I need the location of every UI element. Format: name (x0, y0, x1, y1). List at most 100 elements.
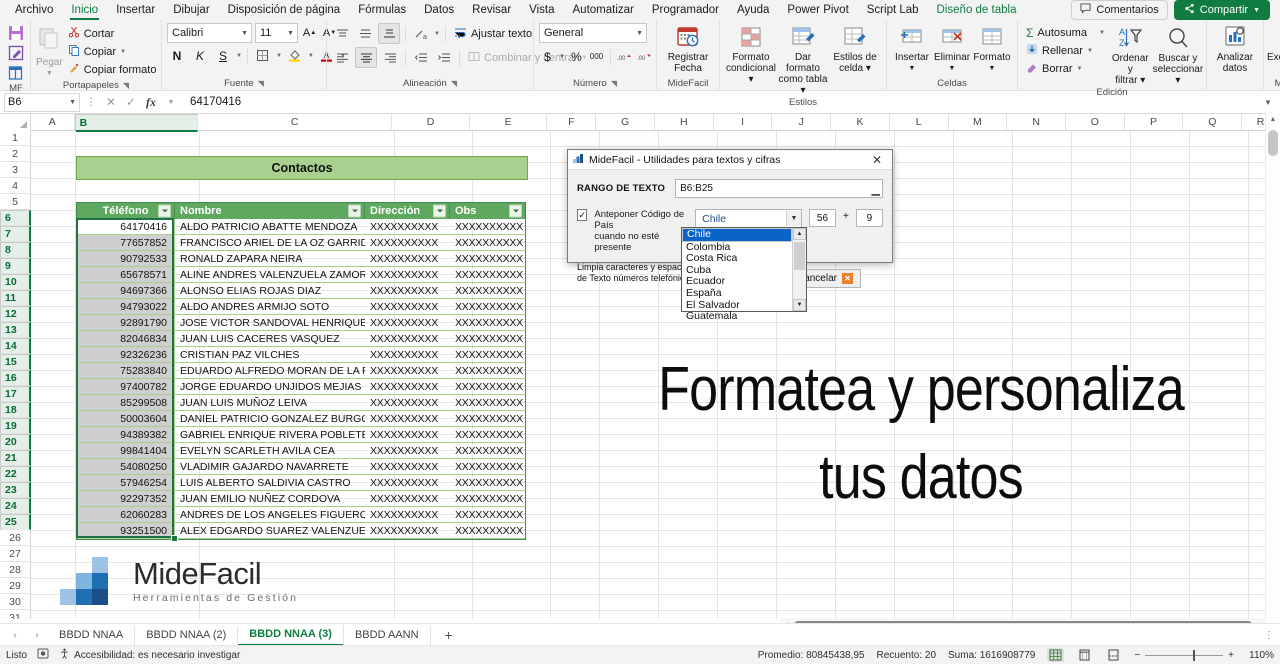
row-header-28[interactable]: 28 (0, 562, 30, 578)
cell-direccion[interactable]: XXXXXXXXXX (365, 491, 450, 507)
row-header-13[interactable]: 13 (0, 322, 31, 338)
table-row[interactable]: 90792533 RONALD ZAPARA NEIRA XXXXXXXXXX XXX… (77, 251, 525, 267)
decrease-decimal-button[interactable]: .00 (636, 47, 653, 66)
cell-nombre[interactable]: VLADIMIR GAJARDO NAVARRETE (175, 459, 365, 475)
table-row[interactable]: 99841404 EVELYN SCARLETH AVILA CEA XXXXXXX… (77, 443, 525, 459)
cell-obs[interactable]: XXXXXXXXXX (450, 411, 525, 427)
row-header-26[interactable]: 26 (0, 530, 30, 546)
table-header-direccion[interactable]: Dirección (365, 203, 450, 219)
column-header-G[interactable]: G (596, 114, 655, 130)
dropdown-item-chile[interactable]: Chile (682, 228, 792, 242)
underline-button[interactable]: S (213, 46, 233, 65)
cell-nombre[interactable]: JUAN EMILIO NUÑEZ CORDOVA (175, 491, 365, 507)
cell-nombre[interactable]: EDUARDO ALFREDO MORAN DE LA PAZ (175, 363, 365, 379)
analizar-datos-button[interactable]: Analizar datos (1212, 23, 1258, 74)
country-code-field[interactable]: 56 (808, 209, 837, 227)
cut-button[interactable]: Cortar (65, 25, 160, 42)
cell-direccion[interactable]: XXXXXXXXXX (365, 251, 450, 267)
vertical-scroll-thumb[interactable] (1268, 130, 1278, 156)
table-row[interactable]: 94793022 ALDO ANDRES ARMIJO SOTO XXXXXXXXX… (77, 299, 525, 315)
cell-telefono[interactable]: 94697366 (77, 283, 175, 299)
chevron-down-icon[interactable]: ▼ (1087, 48, 1093, 54)
borrar-button[interactable]: Borrar ▼ (1023, 60, 1108, 77)
column-header-F[interactable]: F (547, 114, 597, 130)
cell-telefono[interactable]: 93251500 (77, 523, 175, 539)
chevron-down-icon[interactable]: ▼ (236, 53, 242, 59)
registrar-fecha-button[interactable]: Registrar Fecha (662, 23, 714, 74)
cell-obs[interactable]: XXXXXXXXXX (450, 427, 525, 443)
page-break-view-button[interactable] (1105, 648, 1122, 662)
cell-direccion[interactable]: XXXXXXXXXX (365, 235, 450, 251)
column-header-M[interactable]: M (948, 114, 1008, 130)
menu-item-ayuda[interactable]: Ayuda (728, 2, 778, 19)
align-top-button[interactable] (332, 24, 352, 43)
cell-nombre[interactable]: CRISTIAN PAZ VILCHES (175, 347, 365, 363)
zoom-slider[interactable]: − + (1134, 649, 1234, 661)
cell-direccion[interactable]: XXXXXXXXXX (365, 363, 450, 379)
selection-fill-handle[interactable] (171, 535, 178, 542)
menu-item-revisar[interactable]: Revisar (463, 2, 520, 19)
row-header-20[interactable]: 20 (0, 434, 31, 450)
chevron-down-icon[interactable]: ▼ (989, 63, 996, 74)
autosuma-button[interactable]: Σ Autosuma ▼ (1023, 25, 1108, 41)
cell-obs[interactable]: XXXXXXXXXX (450, 523, 525, 539)
cell-nombre[interactable]: ALONSO ELIAS ROJAS DIAZ (175, 283, 365, 299)
zoom-track[interactable] (1145, 649, 1224, 661)
insertar-celdas-button[interactable]: Insertar ▼ (892, 23, 932, 74)
cell-telefono[interactable]: 50003604 (77, 411, 175, 427)
cell-telefono[interactable]: 97400782 (77, 379, 175, 395)
filter-dropdown-icon[interactable] (509, 204, 522, 218)
column-header-K[interactable]: K (831, 114, 890, 130)
cell-telefono[interactable]: 92326236 (77, 347, 175, 363)
row-header-17[interactable]: 17 (0, 386, 31, 402)
zoom-knob[interactable] (1193, 649, 1196, 661)
cell-nombre[interactable]: JUAN LUIS MUÑOZ LEIVA (175, 395, 365, 411)
cell-telefono[interactable]: 94793022 (77, 299, 175, 315)
row-header-2[interactable]: 2 (0, 146, 30, 162)
sheet-options-icon[interactable]: ⋮ (1264, 630, 1280, 641)
cell-direccion[interactable]: XXXXXXXXXX (365, 315, 450, 331)
cell-telefono[interactable]: 64170416 (77, 219, 175, 235)
column-header-O[interactable]: O (1065, 114, 1125, 130)
cell-obs[interactable]: XXXXXXXXXX (450, 363, 525, 379)
row-header-4[interactable]: 4 (0, 178, 30, 194)
chevron-down-icon[interactable]: ▼ (949, 63, 956, 74)
column-header-A[interactable]: A (30, 114, 75, 130)
accessibility-status[interactable]: Accesibilidad: es necesario investigar (59, 648, 240, 662)
buscar-seleccionar-button[interactable]: Buscar y seleccionar ▾ (1153, 23, 1203, 86)
cell-direccion[interactable]: XXXXXXXXXX (365, 395, 450, 411)
cell-nombre[interactable]: ALDO PATRICIO ABATTE MENDOZA (175, 219, 365, 235)
zoom-out-button[interactable]: − (1134, 650, 1140, 661)
copy-button[interactable]: Copiar ▼ (65, 43, 160, 60)
chevron-down-icon[interactable]: ▼ (785, 211, 801, 226)
menu-item-programador[interactable]: Programador (643, 2, 728, 19)
cell-nombre[interactable]: JUAN LUIS CACERES VASQUEZ (175, 331, 365, 347)
sheet-tab-bbdd-nnaa-3[interactable]: BBDD NNAA (3) (238, 624, 344, 646)
currency-format-button[interactable]: $ (539, 47, 556, 66)
row-header-9[interactable]: 9 (0, 258, 31, 274)
thousands-format-button[interactable]: 000 (588, 47, 605, 66)
sheet-tab-bbdd-aann[interactable]: BBDD AANN (344, 625, 431, 645)
cell-nombre[interactable]: FRANCISCO ARIEL DE LA OZ GARRIDO (175, 235, 365, 251)
bold-button[interactable]: N (167, 46, 187, 65)
row-header-21[interactable]: 21 (0, 450, 31, 466)
dialog-launcher-icon[interactable]: ◥ (451, 77, 457, 90)
table-row[interactable]: 62060283ANDRES DE LOS ANGELES FIGUEROA S… (77, 507, 525, 523)
align-right-button[interactable] (380, 48, 400, 67)
menu-item-archivo[interactable]: Archivo (6, 2, 62, 19)
chevron-down-icon[interactable]: ▼ (46, 68, 53, 79)
row-header-16[interactable]: 16 (0, 370, 31, 386)
select-all-corner[interactable] (0, 114, 31, 130)
filter-dropdown-icon[interactable] (433, 204, 446, 218)
mf-save-icon[interactable] (7, 24, 25, 42)
zoom-in-button[interactable]: + (1228, 650, 1234, 661)
chevron-down-icon[interactable]: ▼ (434, 31, 440, 37)
add-sheet-button[interactable]: + (431, 627, 467, 643)
row-header-22[interactable]: 22 (0, 466, 31, 482)
font-size-select[interactable]: 11 ▼ (255, 23, 298, 43)
table-row[interactable]: 77657852 FRANCISCO ARIEL DE LA OZ GARRIDO… (77, 235, 525, 251)
align-center-button[interactable] (355, 47, 377, 68)
column-header-C[interactable]: C (198, 114, 393, 130)
dropdown-scroll-down-icon[interactable]: ▼ (793, 299, 806, 311)
anteponer-codigo-checkbox[interactable]: ✓ (577, 209, 588, 221)
